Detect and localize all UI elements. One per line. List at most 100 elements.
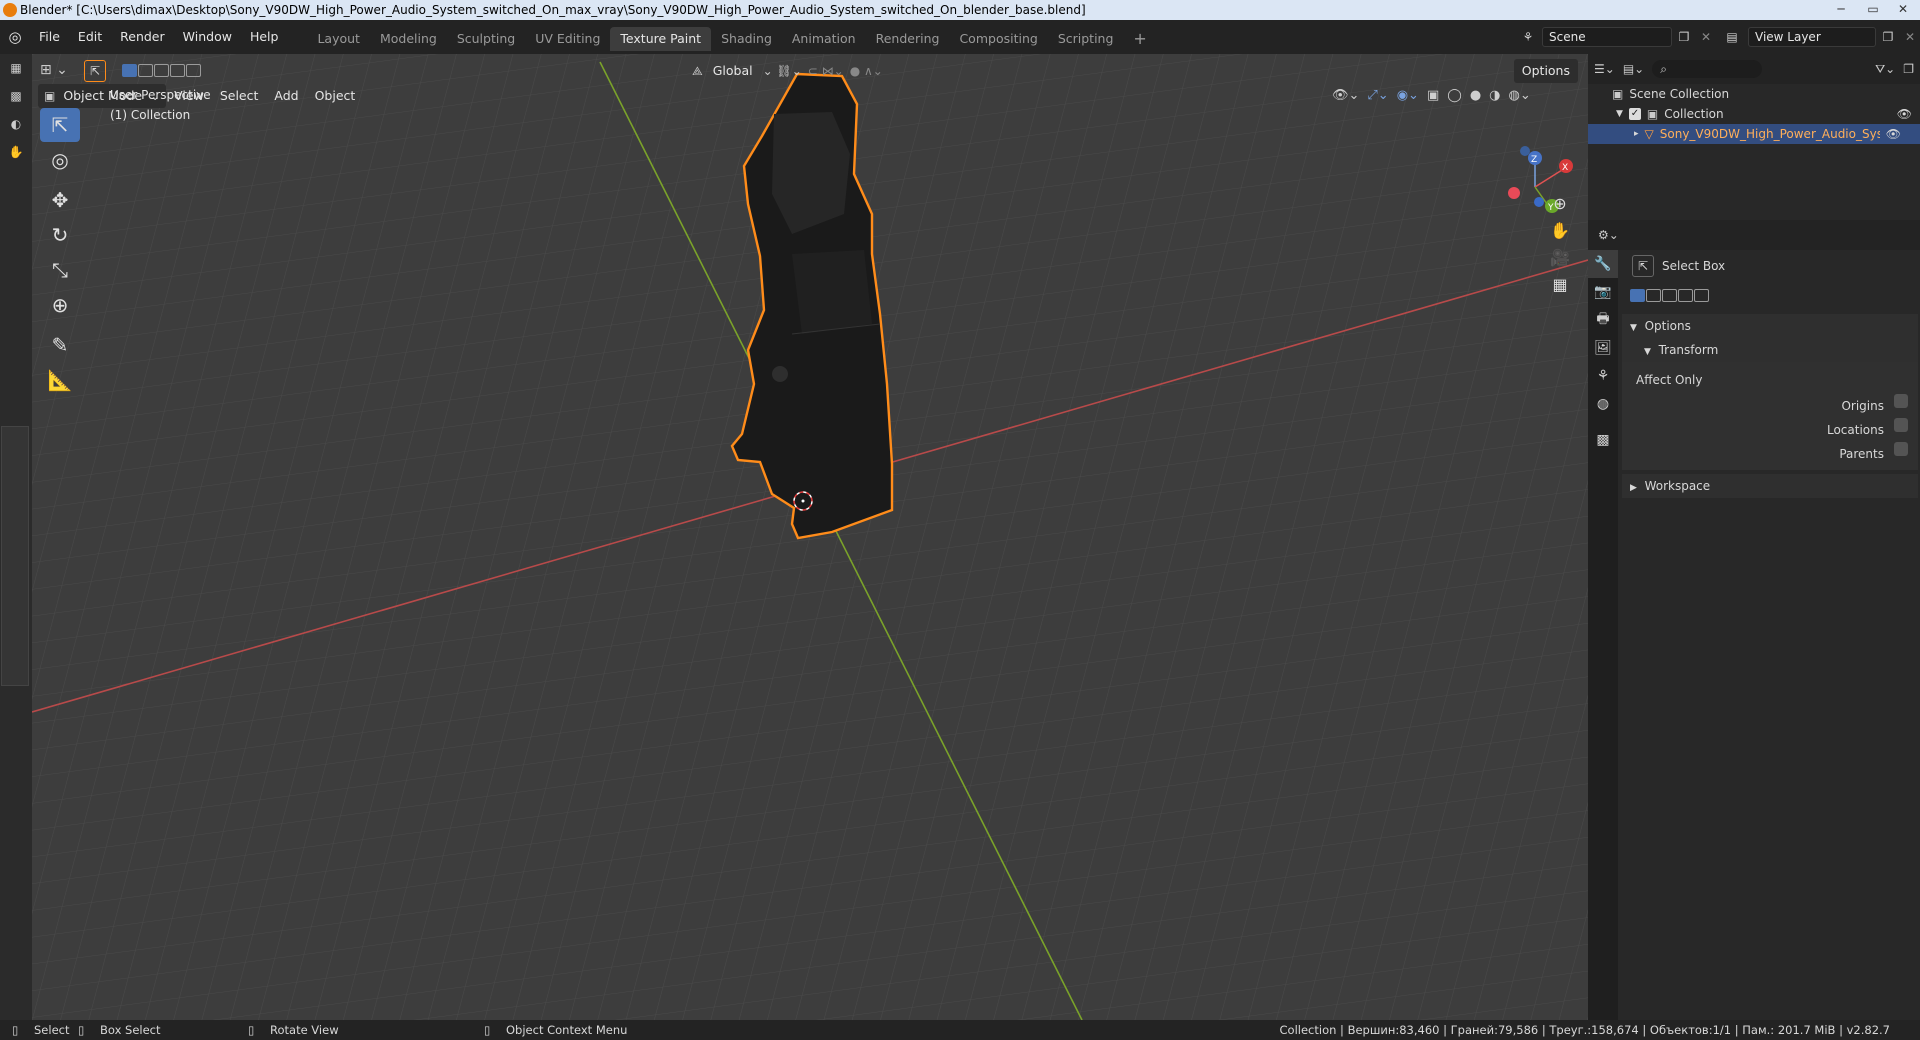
outliner-row-object[interactable]: ▸ ▽ Sony_V90DW_High_Power_Audio_System_s… xyxy=(1588,124,1920,144)
new-scene-icon[interactable]: ❐ xyxy=(1672,30,1696,44)
annotate-tool-icon[interactable]: ✎ xyxy=(40,328,80,362)
new-view-layer-icon[interactable]: ❐ xyxy=(1876,30,1900,44)
solid-shading-icon[interactable]: ● xyxy=(1470,88,1481,103)
tab-output-icon[interactable]: 🖶 xyxy=(1588,306,1618,334)
remove-view-layer-icon[interactable]: ✕ xyxy=(1900,30,1920,44)
blender-menu-icon[interactable]: ◎ xyxy=(0,28,30,46)
outliner-row-collection[interactable]: ▼ ✓ ▣ Collection 👁 xyxy=(1588,104,1920,124)
tab-modeling[interactable]: Modeling xyxy=(370,27,447,51)
3d-viewport[interactable]: Z X Y ⊞ ⌄ ⇱ ⟁ Global ⌄ ⛓⌄ ⊂ ⋈⌄ ● ∧⌄ Opti… xyxy=(32,54,1588,1020)
xray-icon[interactable]: ▣ xyxy=(1427,88,1439,103)
tab-texture-paint[interactable]: Texture Paint xyxy=(610,27,712,51)
properties-editor-type-icon[interactable]: ⚙⌄ xyxy=(1588,220,1920,250)
wireframe-shading-icon[interactable]: ◯ xyxy=(1447,88,1462,103)
collection-checkbox[interactable]: ✓ xyxy=(1628,108,1641,120)
mode-subtract-icon[interactable] xyxy=(154,64,169,77)
options-dropdown[interactable]: Options xyxy=(1514,63,1578,78)
tab-tool-icon[interactable]: 🔧 xyxy=(1588,250,1618,278)
image-editor-icon[interactable]: ▩ xyxy=(0,82,32,110)
minimize-button[interactable]: ─ xyxy=(1826,0,1856,18)
options-panel-header[interactable]: ▼ Options xyxy=(1622,314,1918,338)
outliner-row-scene-collection[interactable]: ▣ Scene Collection xyxy=(1588,84,1920,104)
mode-intersect-icon[interactable] xyxy=(186,64,201,77)
menu-render[interactable]: Render xyxy=(111,20,174,54)
gizmo-neg-z-icon[interactable] xyxy=(1520,146,1530,156)
perspective-toggle-icon[interactable]: ▦ xyxy=(1552,275,1567,294)
tool-mode-extend-icon[interactable] xyxy=(1646,289,1661,302)
origins-checkbox[interactable] xyxy=(1894,394,1908,408)
tool-mode-intersect-icon[interactable] xyxy=(1694,289,1709,302)
proportional-edit-icon[interactable]: ● ∧⌄ xyxy=(850,64,883,78)
tab-scene-icon[interactable]: ⚘ xyxy=(1588,362,1618,390)
rotate-tool-icon[interactable]: ↻ xyxy=(40,218,80,252)
tab-animation[interactable]: Animation xyxy=(782,27,866,51)
close-button[interactable]: ✕ xyxy=(1888,0,1918,18)
menu-object[interactable]: Object xyxy=(307,84,364,108)
editor-type-icon[interactable]: ▦ xyxy=(0,54,32,82)
add-workspace-button[interactable]: + xyxy=(1123,27,1156,51)
tool-mode-invert-icon[interactable] xyxy=(1678,289,1693,302)
collapse-arrow-icon[interactable]: ▸ xyxy=(1634,124,1639,144)
visibility-icon[interactable]: 👁⌄ xyxy=(1332,88,1359,103)
remove-scene-icon[interactable]: ✕ xyxy=(1696,30,1716,44)
select-box-tool-icon[interactable]: ⇱ xyxy=(40,108,80,142)
tab-texture-icon[interactable]: ▩ xyxy=(1588,426,1618,454)
mode-invert-icon[interactable] xyxy=(170,64,185,77)
pan-tool-icon[interactable]: ✋ xyxy=(0,138,32,166)
menu-add[interactable]: Add xyxy=(266,84,306,108)
zoom-view-icon[interactable]: ⊕ xyxy=(1553,194,1566,213)
tab-sculpting[interactable]: Sculpting xyxy=(447,27,525,51)
measure-tool-icon[interactable]: 📐 xyxy=(40,363,80,397)
tab-layout[interactable]: Layout xyxy=(307,27,370,51)
parents-checkbox[interactable] xyxy=(1894,442,1908,456)
menu-file[interactable]: File xyxy=(30,20,69,54)
menu-select[interactable]: Select xyxy=(212,84,267,108)
zoom-tool-icon[interactable]: ◐ xyxy=(0,110,32,138)
tab-world-icon[interactable]: ◍ xyxy=(1588,390,1618,418)
gizmo-toggle-icon[interactable]: ⤢⌄ xyxy=(1367,88,1388,103)
scale-tool-icon[interactable]: ⤡ xyxy=(40,253,80,287)
maximize-button[interactable]: ▭ xyxy=(1858,0,1888,18)
mode-extend-icon[interactable] xyxy=(138,64,153,77)
tab-compositing[interactable]: Compositing xyxy=(949,27,1047,51)
outliner-editor-type-icon[interactable]: ☰⌄ xyxy=(1594,62,1615,76)
transform-tool-icon[interactable]: ⊕ xyxy=(40,288,80,322)
overlay-toggle-icon[interactable]: ◉⌄ xyxy=(1397,88,1419,103)
view-layer-selector[interactable]: View Layer xyxy=(1748,27,1876,47)
tab-uv-editing[interactable]: UV Editing xyxy=(525,27,610,51)
menu-edit[interactable]: Edit xyxy=(69,20,111,54)
viewport-scene[interactable]: Z X Y xyxy=(32,54,1588,1020)
expand-arrow-icon[interactable]: ▼ xyxy=(1616,104,1623,124)
rendered-shading-icon[interactable]: ◍⌄ xyxy=(1509,88,1531,103)
pan-view-icon[interactable]: ✋ xyxy=(1550,221,1570,240)
menu-window[interactable]: Window xyxy=(174,20,241,54)
object-visibility-icon[interactable]: 👁 xyxy=(1886,124,1909,144)
tab-rendering[interactable]: Rendering xyxy=(866,27,950,51)
material-shading-icon[interactable]: ◑ xyxy=(1489,88,1500,103)
gizmo-neg-y-icon[interactable] xyxy=(1534,197,1544,207)
pivot-icon[interactable]: ⌄ ⛓⌄ xyxy=(763,64,802,78)
tab-shading[interactable]: Shading xyxy=(711,27,782,51)
scene-selector[interactable]: Scene xyxy=(1542,27,1672,47)
snap-icon[interactable]: ⊂ ⋈⌄ xyxy=(808,64,844,78)
transform-orientation-dropdown[interactable]: Global xyxy=(709,59,757,83)
camera-view-icon[interactable]: 🎥 xyxy=(1550,248,1570,267)
strip-scrollbar[interactable] xyxy=(1,426,29,686)
tab-view-layer-icon[interactable]: 🖼 xyxy=(1588,334,1618,362)
collection-visibility-icon[interactable]: 👁 xyxy=(1897,104,1920,124)
mode-new-icon[interactable] xyxy=(122,64,137,77)
cursor-tool-icon[interactable]: ◎ xyxy=(40,143,80,177)
locations-checkbox[interactable] xyxy=(1894,418,1908,432)
move-tool-icon[interactable]: ✥ xyxy=(40,183,80,217)
tool-mode-new-icon[interactable] xyxy=(1630,289,1645,302)
tab-scripting[interactable]: Scripting xyxy=(1048,27,1124,51)
workspace-panel-header[interactable]: ▶ Workspace xyxy=(1622,474,1918,498)
tool-mode-subtract-icon[interactable] xyxy=(1662,289,1677,302)
tab-render-icon[interactable]: 📷 xyxy=(1588,278,1618,306)
filter-icon[interactable]: ⛛⌄ xyxy=(1875,62,1895,77)
display-mode-icon[interactable]: ▤⌄ xyxy=(1623,62,1644,76)
gizmo-neg-x-icon[interactable] xyxy=(1508,187,1520,199)
menu-help[interactable]: Help xyxy=(241,20,288,54)
transform-subpanel-header[interactable]: ▼ Transform xyxy=(1622,338,1918,362)
new-collection-icon[interactable]: ❐ xyxy=(1903,62,1914,76)
